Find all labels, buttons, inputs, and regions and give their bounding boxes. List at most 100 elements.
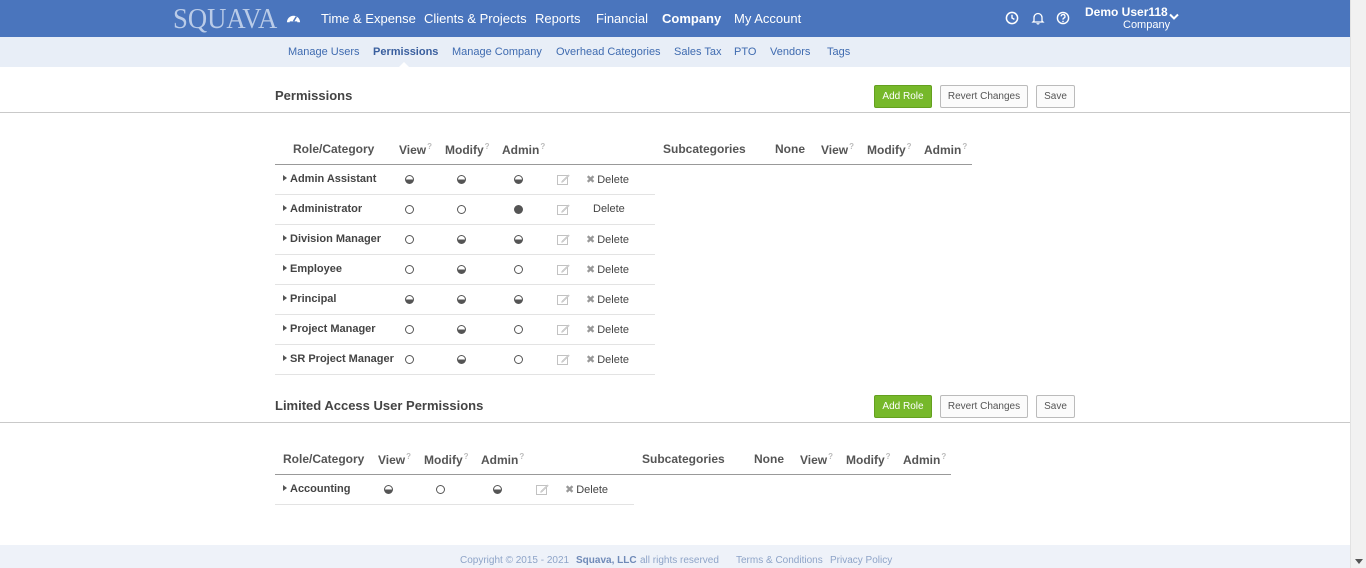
permission-view-none-icon[interactable]	[405, 235, 414, 244]
edit-icon[interactable]	[557, 354, 570, 365]
edit-icon[interactable]	[557, 234, 570, 245]
permission-view-partial-icon[interactable]	[405, 295, 414, 304]
expand-arrow-icon[interactable]	[283, 265, 287, 271]
permission-modify-partial-icon[interactable]	[457, 175, 466, 184]
delete-button[interactable]: ✖ Delete	[586, 173, 629, 186]
permission-admin-none-icon[interactable]	[514, 265, 523, 274]
help-icon[interactable]: ?	[427, 142, 432, 151]
permission-admin-partial-icon[interactable]	[514, 295, 523, 304]
expand-arrow-icon[interactable]	[283, 485, 287, 491]
permission-admin-none-icon[interactable]	[514, 355, 523, 364]
user-name[interactable]: Demo User118	[1085, 5, 1168, 19]
delete-button[interactable]: ✖ Delete	[586, 233, 629, 246]
help-icon[interactable]: ?	[464, 452, 469, 461]
subnav-vendors[interactable]: Vendors	[770, 46, 810, 58]
permission-view-partial-icon[interactable]	[405, 175, 414, 184]
help-icon[interactable]: ?	[907, 142, 912, 151]
vertical-scrollbar[interactable]	[1350, 0, 1366, 568]
permission-admin-none-icon[interactable]	[514, 325, 523, 334]
help-icon[interactable]: ?	[849, 142, 854, 151]
edit-icon[interactable]	[557, 204, 570, 215]
help-icon[interactable]: ?	[941, 452, 946, 461]
role-name[interactable]: Division Manager	[283, 233, 381, 245]
role-name[interactable]: Administrator	[283, 203, 362, 215]
chevron-down-icon[interactable]	[1169, 13, 1179, 21]
revert-changes-button[interactable]: Revert Changes	[940, 85, 1028, 108]
subnav-pto[interactable]: PTO	[734, 46, 756, 58]
permission-view-partial-icon[interactable]	[384, 485, 393, 494]
revert-changes-button[interactable]: Revert Changes	[940, 395, 1028, 418]
expand-arrow-icon[interactable]	[283, 205, 287, 211]
footer-terms-link[interactable]: Terms & Conditions	[736, 555, 823, 566]
nav-reports[interactable]: Reports	[535, 11, 581, 26]
role-name[interactable]: SR Project Manager	[283, 353, 394, 365]
permission-admin-partial-icon[interactable]	[514, 235, 523, 244]
save-button[interactable]: Save	[1036, 85, 1075, 108]
delete-button[interactable]: ✖ Delete	[565, 483, 608, 496]
help-icon[interactable]: ?	[886, 452, 891, 461]
help-icon[interactable]: ?	[828, 452, 833, 461]
permission-admin-partial-icon[interactable]	[493, 485, 502, 494]
permission-view-none-icon[interactable]	[405, 355, 414, 364]
clock-icon[interactable]	[1005, 11, 1019, 25]
subnav-permissions[interactable]: Permissions	[373, 46, 438, 58]
edit-icon[interactable]	[557, 294, 570, 305]
delete-button[interactable]: ✖ Delete	[586, 353, 629, 366]
nav-company[interactable]: Company	[662, 11, 721, 26]
help-icon[interactable]: ?	[962, 142, 967, 151]
footer-privacy-link[interactable]: Privacy Policy	[830, 555, 892, 566]
subnav-tags[interactable]: Tags	[827, 46, 850, 58]
dashboard-icon[interactable]	[286, 11, 301, 26]
delete-button[interactable]: Delete	[593, 203, 625, 215]
permission-view-none-icon[interactable]	[405, 205, 414, 214]
permission-modify-none-icon[interactable]	[436, 485, 445, 494]
edit-icon[interactable]	[557, 174, 570, 185]
help-icon[interactable]: ?	[485, 142, 490, 151]
delete-button[interactable]: ✖ Delete	[586, 323, 629, 336]
help-icon[interactable]: ?	[540, 142, 545, 151]
permission-modify-partial-icon[interactable]	[457, 355, 466, 364]
role-name[interactable]: Accounting	[283, 483, 351, 495]
add-role-button[interactable]: Add Role	[874, 85, 932, 108]
expand-arrow-icon[interactable]	[283, 355, 287, 361]
edit-icon[interactable]	[557, 264, 570, 275]
role-name[interactable]: Employee	[283, 263, 342, 275]
bell-icon[interactable]	[1031, 11, 1045, 25]
expand-arrow-icon[interactable]	[283, 235, 287, 241]
permission-view-none-icon[interactable]	[405, 325, 414, 334]
permission-modify-partial-icon[interactable]	[457, 265, 466, 274]
expand-arrow-icon[interactable]	[283, 175, 287, 181]
subnav-overhead-categories[interactable]: Overhead Categories	[556, 46, 661, 58]
permission-admin-partial-icon[interactable]	[514, 175, 523, 184]
role-name[interactable]: Admin Assistant	[283, 173, 376, 185]
permission-view-none-icon[interactable]	[405, 265, 414, 274]
expand-arrow-icon[interactable]	[283, 295, 287, 301]
permission-modify-partial-icon[interactable]	[457, 295, 466, 304]
permission-admin-full-icon[interactable]	[514, 205, 523, 214]
role-name[interactable]: Principal	[283, 293, 336, 305]
nav-financial[interactable]: Financial	[596, 11, 648, 26]
permission-modify-partial-icon[interactable]	[457, 325, 466, 334]
footer-company-link[interactable]: Squava, LLC	[576, 555, 637, 566]
nav-my-account[interactable]: My Account	[734, 11, 801, 26]
expand-arrow-icon[interactable]	[283, 325, 287, 331]
subnav-manage-users[interactable]: Manage Users	[288, 46, 360, 58]
nav-time-expense[interactable]: Time & Expense	[321, 11, 416, 26]
scroll-down-arrow-icon[interactable]	[1355, 559, 1363, 564]
delete-button[interactable]: ✖ Delete	[586, 263, 629, 276]
help-icon[interactable]: ?	[406, 452, 411, 461]
help-icon[interactable]: ?	[519, 452, 524, 461]
subnav-sales-tax[interactable]: Sales Tax	[674, 46, 722, 58]
delete-button[interactable]: ✖ Delete	[586, 293, 629, 306]
permission-modify-partial-icon[interactable]	[457, 235, 466, 244]
edit-icon[interactable]	[557, 324, 570, 335]
subnav-manage-company[interactable]: Manage Company	[452, 46, 542, 58]
nav-clients-projects[interactable]: Clients & Projects	[424, 11, 527, 26]
role-name[interactable]: Project Manager	[283, 323, 376, 335]
permission-modify-none-icon[interactable]	[457, 205, 466, 214]
edit-icon[interactable]	[536, 484, 549, 495]
save-button[interactable]: Save	[1036, 395, 1075, 418]
app-logo[interactable]: SQUAVA	[173, 3, 277, 36]
add-role-button[interactable]: Add Role	[874, 395, 932, 418]
help-icon[interactable]	[1056, 11, 1070, 25]
